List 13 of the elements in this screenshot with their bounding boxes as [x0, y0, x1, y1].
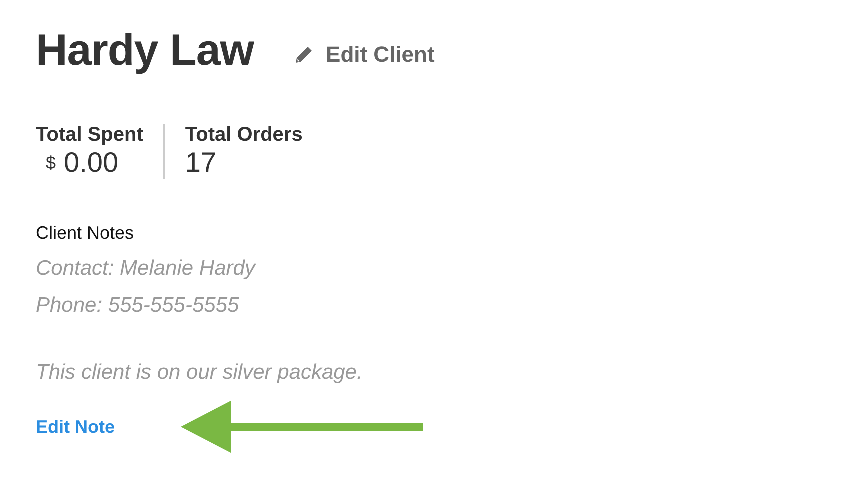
client-name: Hardy Law: [36, 26, 254, 76]
edit-client-link[interactable]: Edit Client: [294, 34, 435, 68]
pencil-icon: [294, 45, 314, 65]
stat-label: Total Orders: [185, 124, 303, 147]
stat-value: 0.00: [64, 147, 119, 179]
note-text: Contact: Melanie Hardy: [36, 256, 258, 282]
stat-value: 17: [185, 147, 217, 179]
edit-note-link[interactable]: Edit Note: [36, 416, 115, 438]
notes-heading: Client Notes: [36, 223, 136, 244]
stat-label: Total Spent: [36, 124, 144, 147]
note-text: This client is on our silver package.: [36, 360, 364, 386]
note-text: Phone: 555-555-5555: [36, 293, 240, 319]
currency-sign: $: [46, 152, 56, 174]
